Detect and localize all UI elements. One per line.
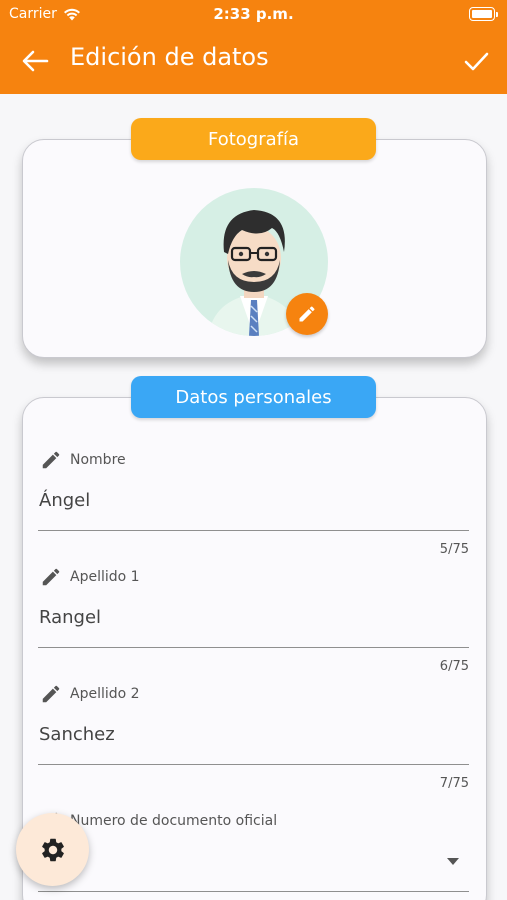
documento-underline [38, 891, 469, 892]
pencil-icon [42, 685, 60, 703]
personal-section-label: Datos personales [131, 376, 376, 418]
nombre-underline [38, 530, 469, 531]
gear-icon [41, 838, 64, 861]
field-label-text: Apellido 1 [70, 569, 140, 585]
apellido-1-counter: 6/75 [439, 659, 469, 674]
pencil-icon [42, 568, 60, 586]
pencil-icon [42, 451, 60, 469]
arrow-left-icon[interactable] [18, 46, 52, 76]
status-time: 2:33 p.m. [213, 5, 294, 23]
app-bar: Edición de datos [0, 28, 507, 94]
page-title: Edición de datos [70, 43, 269, 71]
pencil-icon [299, 306, 315, 322]
apellido-1-input[interactable]: Rangel [39, 607, 101, 628]
field-label-nombre: Nombre [40, 449, 126, 471]
check-icon[interactable] [459, 44, 493, 78]
nombre-input[interactable]: Ángel [39, 490, 90, 511]
field-label-text: Apellido 2 [70, 686, 140, 702]
field-label-apellido-1: Apellido 1 [40, 566, 140, 588]
caret-down-icon[interactable] [447, 858, 459, 865]
photo-section-label: Fotografía [131, 118, 376, 160]
status-bar: Carrier 2:33 p.m. [0, 0, 507, 28]
apellido-2-input[interactable]: Sanchez [39, 724, 115, 745]
field-label-apellido-2: Apellido 2 [40, 683, 140, 705]
field-label-text: Numero de documento oficial [70, 813, 278, 829]
apellido-1-underline [38, 647, 469, 648]
top-bar: Carrier 2:33 p.m. Edición de datos [0, 0, 507, 94]
field-label-text: Nombre [70, 452, 126, 468]
settings-fab[interactable] [16, 813, 89, 886]
apellido-2-underline [38, 764, 469, 765]
edit-photo-button[interactable] [286, 293, 328, 335]
nombre-counter: 5/75 [439, 542, 469, 557]
battery-icon [469, 7, 498, 21]
apellido-2-counter: 7/75 [439, 776, 469, 791]
